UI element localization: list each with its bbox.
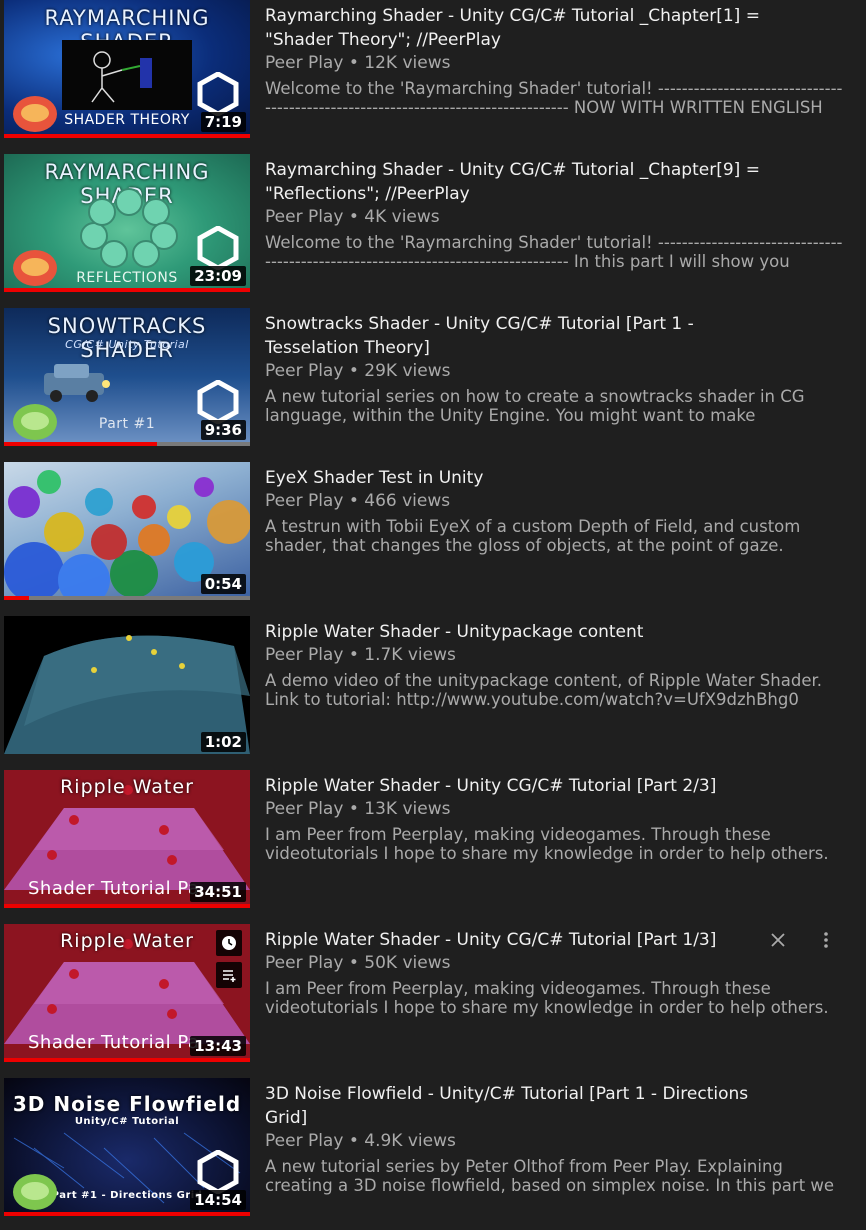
video-meta[interactable]: Peer Play • 466 views	[265, 490, 450, 512]
video-item[interactable]: RAYMARCHING SHADER SHADER THEORY 7:19 Ra…	[0, 0, 866, 146]
video-item[interactable]: Ripple Water Shader Tutorial Pa 34:51 Ri…	[0, 770, 866, 916]
view-count: 466 views	[364, 491, 451, 511]
video-description: A testrun with Tobii EyeX of a custom De…	[265, 518, 801, 555]
video-thumbnail[interactable]: 0:54	[4, 462, 250, 600]
channel-name[interactable]: Peer Play	[265, 1131, 343, 1151]
thumbnail-subtext-2: CG/C# Unity Tutorial	[65, 338, 189, 351]
unity-logo-icon	[197, 380, 239, 424]
duration-badge: 34:51	[190, 882, 246, 902]
video-description: A demo video of the unitypackage content…	[265, 672, 822, 709]
view-count: 29K views	[364, 361, 451, 381]
duration-badge: 14:54	[190, 1190, 246, 1210]
video-description: I am Peer from Peerplay, making videogam…	[265, 980, 829, 1017]
video-thumbnail[interactable]: Ripple Water Shader Tutorial Pa 34:51	[4, 770, 250, 908]
video-meta[interactable]: Peer Play • 4.9K views	[265, 1130, 456, 1152]
video-title[interactable]: Raymarching Shader - Unity CG/C# Tutoria…	[265, 4, 765, 52]
thumbnail-text: Ripple Water	[60, 776, 194, 798]
video-thumbnail[interactable]: RAYMARCHING SHADER REFLECTIONS 23:09	[4, 154, 250, 292]
channel-name[interactable]: Peer Play	[265, 207, 343, 227]
view-count: 50K views	[364, 953, 451, 973]
thumbnail-torus	[80, 188, 178, 268]
view-count: 1.7K views	[364, 645, 456, 665]
video-thumbnail[interactable]: Ripple Water Shader Tutorial Pa 13:43	[4, 924, 250, 1062]
channel-name[interactable]: Peer Play	[265, 53, 343, 73]
progress-bar	[4, 1212, 250, 1216]
video-title[interactable]: 3D Noise Flowfield - Unity/C# Tutorial […	[265, 1082, 765, 1130]
video-meta[interactable]: Peer Play • 12K views	[265, 52, 450, 74]
peerplay-logo-icon	[13, 250, 57, 286]
video-meta[interactable]: Peer Play • 13K views	[265, 798, 450, 820]
video-title[interactable]: Ripple Water Shader - Unity CG/C# Tutori…	[265, 928, 765, 952]
channel-name[interactable]: Peer Play	[265, 953, 343, 973]
more-vert-icon[interactable]	[814, 928, 838, 952]
progress-bar	[4, 134, 250, 138]
progress-bar	[4, 442, 250, 446]
video-thumbnail[interactable]: SNOWTRACKS SHADER CG/C# Unity Tutorial P…	[4, 308, 250, 446]
video-title[interactable]: EyeX Shader Test in Unity	[265, 466, 765, 490]
close-icon[interactable]	[766, 928, 790, 952]
progress-fill	[4, 904, 250, 908]
video-title[interactable]: Ripple Water Shader - Unity CG/C# Tutori…	[265, 774, 765, 798]
video-description: A new tutorial series on how to create a…	[265, 388, 805, 425]
video-item[interactable]: 1:02 Ripple Water Shader - Unitypackage …	[0, 616, 866, 762]
video-meta[interactable]: Peer Play • 50K views	[265, 952, 450, 974]
peerplay-logo-icon	[13, 96, 57, 132]
clock-icon[interactable]	[216, 930, 242, 956]
progress-bar	[4, 596, 250, 600]
video-item[interactable]: Ripple Water Shader Tutorial Pa 13:43 Ri…	[0, 924, 866, 1070]
progress-bar	[4, 288, 250, 292]
video-description: Welcome to the 'Raymarching Shader' tuto…	[265, 80, 843, 117]
progress-fill	[4, 1212, 250, 1216]
unity-logo-icon	[197, 72, 239, 116]
duration-badge: 0:54	[200, 574, 246, 594]
progress-fill	[4, 442, 157, 446]
video-title[interactable]: Snowtracks Shader - Unity CG/C# Tutorial…	[265, 312, 765, 360]
duration-badge: 23:09	[190, 266, 246, 286]
video-thumbnail[interactable]: RAYMARCHING SHADER SHADER THEORY 7:19	[4, 0, 250, 138]
thumbnail-text: 3D Noise Flowfield	[12, 1092, 242, 1116]
channel-name[interactable]: Peer Play	[265, 799, 343, 819]
video-title[interactable]: Ripple Water Shader - Unitypackage conte…	[265, 620, 765, 644]
thumbnail-text: Ripple Water	[60, 930, 194, 952]
channel-name[interactable]: Peer Play	[265, 645, 343, 665]
video-description: A new tutorial series by Peter Olthof fr…	[265, 1158, 835, 1195]
progress-fill	[4, 1058, 250, 1062]
video-thumbnail[interactable]: 1:02	[4, 616, 250, 754]
view-count: 4K views	[364, 207, 440, 227]
video-title[interactable]: Raymarching Shader - Unity CG/C# Tutoria…	[265, 158, 765, 206]
view-count: 4.9K views	[364, 1131, 456, 1151]
peerplay-logo-icon	[13, 404, 57, 440]
duration-badge: 9:36	[200, 420, 246, 440]
video-item[interactable]: SNOWTRACKS SHADER CG/C# Unity Tutorial P…	[0, 308, 866, 454]
unity-logo-icon	[197, 226, 239, 270]
duration-badge: 13:43	[190, 1036, 246, 1056]
progress-bar	[4, 904, 250, 908]
video-item[interactable]: RAYMARCHING SHADER REFLECTIONS 23:09 Ray…	[0, 154, 866, 300]
video-meta[interactable]: Peer Play • 4K views	[265, 206, 440, 228]
video-item[interactable]: 3D Noise Flowfield Unity/C# Tutorial Par…	[0, 1078, 866, 1224]
video-meta[interactable]: Peer Play • 29K views	[265, 360, 450, 382]
thumbnail-drawing	[62, 40, 192, 110]
video-description: I am Peer from Peerplay, making videogam…	[265, 826, 829, 863]
progress-fill	[4, 134, 250, 138]
progress-fill	[4, 596, 29, 600]
view-count: 13K views	[364, 799, 451, 819]
progress-bar	[4, 1058, 250, 1062]
video-meta[interactable]: Peer Play • 1.7K views	[265, 644, 456, 666]
channel-name[interactable]: Peer Play	[265, 361, 343, 381]
channel-name[interactable]: Peer Play	[265, 491, 343, 511]
unity-logo-icon	[197, 1150, 239, 1194]
video-thumbnail[interactable]: 3D Noise Flowfield Unity/C# Tutorial Par…	[4, 1078, 250, 1216]
progress-fill	[4, 288, 250, 292]
view-count: 12K views	[364, 53, 451, 73]
queue-icon[interactable]	[216, 962, 242, 988]
duration-badge: 1:02	[200, 732, 246, 752]
peerplay-logo-icon	[13, 1174, 57, 1210]
thumbnail-subtext-2: Unity/C# Tutorial	[74, 1116, 180, 1127]
video-description: Welcome to the 'Raymarching Shader' tuto…	[265, 234, 843, 271]
video-item[interactable]: 0:54 EyeX Shader Test in Unity Peer Play…	[0, 462, 866, 608]
duration-badge: 7:19	[200, 112, 246, 132]
